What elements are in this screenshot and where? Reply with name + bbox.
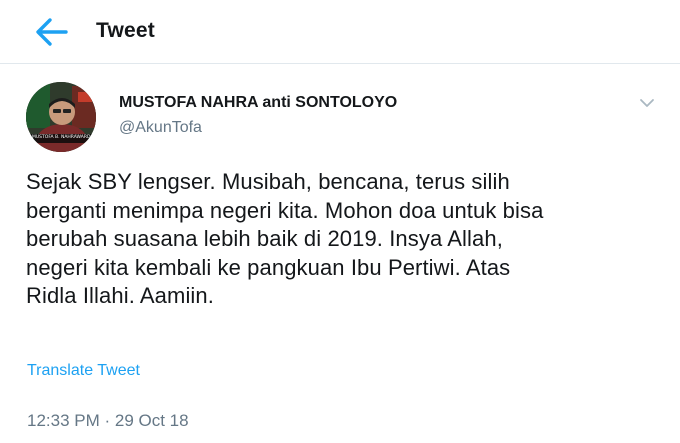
author-handle[interactable]: @AkunTofa (119, 119, 202, 137)
tweet-text: Sejak SBY lengser. Musibah, bencana, ter… (26, 169, 544, 308)
top-bar: Tweet (0, 0, 680, 64)
author-display-name[interactable]: MUSTOFA NAHRA anti SONTOLOYO (119, 94, 397, 112)
tweet-timestamp: 12:33 PM · 29 Oct 18 (27, 411, 189, 430)
arrow-left-icon (36, 18, 68, 46)
translate-tweet-link[interactable]: Translate Tweet (27, 362, 140, 380)
avatar-caption: MUSTOFA B. NAHRAWARDAYA (32, 135, 92, 140)
more-options-button[interactable] (636, 94, 658, 112)
back-button[interactable] (30, 14, 74, 50)
chevron-down-icon (640, 99, 654, 107)
avatar[interactable]: MUSTOFA B. NAHRAWARDAYA (26, 82, 96, 152)
page-title: Tweet (96, 19, 155, 42)
